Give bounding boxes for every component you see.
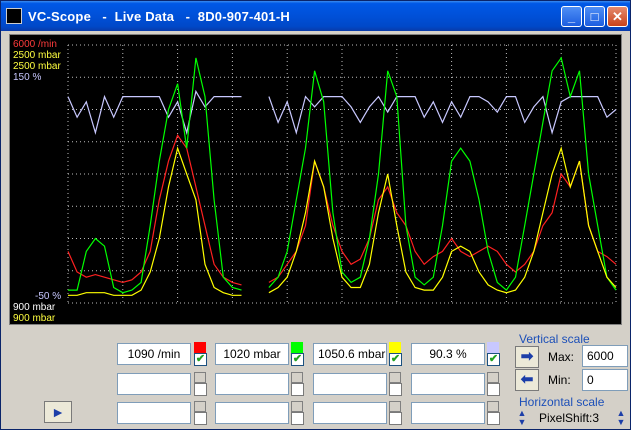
channel-color-empty bbox=[194, 401, 206, 412]
trace-yellow bbox=[68, 146, 242, 296]
channel-color-mbar-1 bbox=[291, 342, 303, 353]
pixelshift-spin-right[interactable]: ▲ ▼ bbox=[615, 409, 627, 429]
play-arrow-icon: ► bbox=[51, 404, 65, 420]
channel-checkbox-empty[interactable] bbox=[194, 412, 207, 425]
max-input[interactable]: 6000 bbox=[582, 345, 628, 367]
arrow-left-icon: ⬅ bbox=[520, 371, 534, 388]
channel-color-mbar-2 bbox=[389, 342, 401, 353]
channel-color-rpm bbox=[194, 342, 206, 353]
channel-checkbox-mbar-1[interactable]: ✔ bbox=[291, 353, 304, 366]
trace-blue bbox=[67, 89, 242, 136]
channel-value-rpm: 1090 /min bbox=[117, 343, 191, 365]
axis-label-percent-min: -50 % bbox=[35, 291, 62, 302]
channel-slot-empty[interactable] bbox=[117, 402, 191, 424]
min-input[interactable]: 0 bbox=[582, 369, 628, 391]
close-button[interactable]: ✕ bbox=[607, 6, 628, 27]
channel-color-empty bbox=[487, 401, 499, 412]
pixelshift-value: PixelShift:3 bbox=[529, 408, 611, 428]
channel-slot-empty[interactable] bbox=[117, 373, 191, 395]
window-title: VC-Scope - Live Data - 8D0-907-401-H bbox=[28, 9, 290, 24]
app-window: VC-Scope - Live Data - 8D0-907-401-H _ □… bbox=[0, 0, 631, 430]
channel-checkbox-empty[interactable] bbox=[389, 383, 402, 396]
min-label: Min: bbox=[548, 373, 571, 387]
scope-chart bbox=[67, 44, 617, 304]
channel-slot-empty[interactable] bbox=[215, 373, 289, 395]
channel-checkbox-empty[interactable] bbox=[194, 383, 207, 396]
minimize-button[interactable]: _ bbox=[561, 6, 582, 27]
channel-checkbox-empty[interactable] bbox=[291, 383, 304, 396]
app-scope-icon bbox=[6, 8, 22, 24]
axis-label-rpm-max: 6000 /min bbox=[13, 39, 57, 50]
channel-checkbox-empty[interactable] bbox=[487, 383, 500, 396]
play-button[interactable]: ► bbox=[44, 401, 72, 423]
channel-checkbox-percent[interactable]: ✔ bbox=[487, 353, 500, 366]
channel-checkbox-mbar-2[interactable]: ✔ bbox=[389, 353, 402, 366]
channel-color-empty bbox=[487, 372, 499, 383]
channel-value-mbar-2: 1050.6 mbar bbox=[313, 343, 387, 365]
channel-color-empty bbox=[291, 372, 303, 383]
max-label: Max: bbox=[548, 350, 575, 364]
scale-increase-button[interactable]: ➡ bbox=[515, 346, 539, 368]
axis-label-percent-max: 150 % bbox=[13, 72, 42, 83]
channel-slot-empty[interactable] bbox=[313, 402, 387, 424]
axis-label-mbar-min-2: 900 mbar bbox=[13, 313, 56, 324]
channel-checkbox-empty[interactable] bbox=[291, 412, 304, 425]
axis-label-mbar-max-2: 2500 mbar bbox=[13, 61, 61, 72]
channel-slot-empty[interactable] bbox=[313, 373, 387, 395]
title-bar[interactable]: VC-Scope - Live Data - 8D0-907-401-H _ □… bbox=[1, 1, 630, 31]
axis-label-mbar-max-1: 2500 mbar bbox=[13, 50, 61, 61]
pixelshift-spin-left[interactable]: ▲ ▼ bbox=[516, 409, 528, 429]
channel-checkbox-empty[interactable] bbox=[389, 412, 402, 425]
scale-decrease-button[interactable]: ⬅ bbox=[515, 369, 539, 391]
arrow-right-icon: ➡ bbox=[520, 348, 534, 365]
channel-checkbox-rpm[interactable]: ✔ bbox=[194, 353, 207, 366]
vertical-scale-label: Vertical scale bbox=[519, 332, 590, 346]
channel-value-mbar-1: 1020 mbar bbox=[215, 343, 289, 365]
horizontal-scale-label: Horizontal scale bbox=[519, 395, 605, 409]
channel-value-percent: 90.3 % bbox=[411, 343, 485, 365]
channel-checkbox-empty[interactable] bbox=[487, 412, 500, 425]
channel-slot-empty[interactable] bbox=[411, 402, 485, 424]
trace-blue bbox=[268, 95, 617, 135]
axis-label-mbar-min-1: 900 mbar bbox=[13, 302, 56, 313]
channel-color-empty bbox=[291, 401, 303, 412]
scope-display: 6000 /min 2500 mbar 2500 mbar 150 % -50 … bbox=[9, 34, 622, 325]
channel-slot-empty[interactable] bbox=[215, 402, 289, 424]
channel-color-percent bbox=[487, 342, 499, 353]
maximize-button[interactable]: □ bbox=[584, 6, 605, 27]
channel-color-empty bbox=[194, 372, 206, 383]
channel-color-empty bbox=[389, 372, 401, 383]
channel-slot-empty[interactable] bbox=[411, 373, 485, 395]
channel-color-empty bbox=[389, 401, 401, 412]
